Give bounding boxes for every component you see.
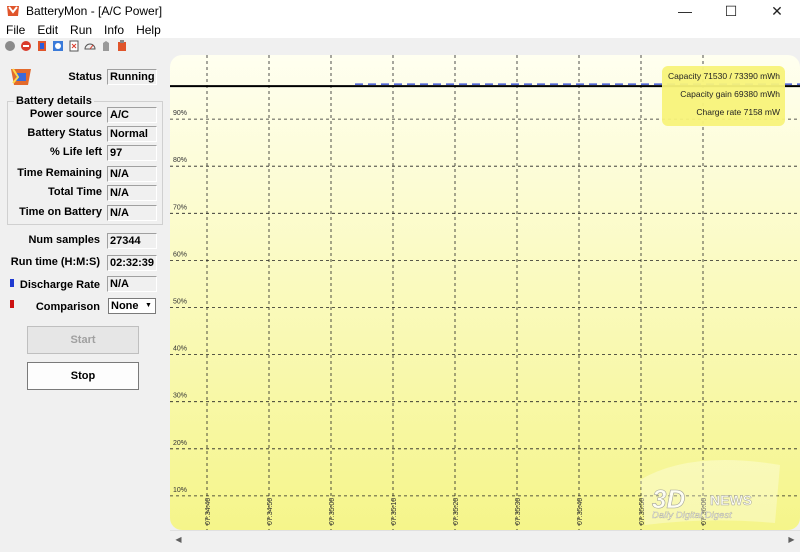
x-tick-label: 07:34:50 <box>267 498 274 525</box>
y-tick-label: 10% <box>173 487 187 494</box>
start-button[interactable]: Start <box>27 326 139 354</box>
num-samples-label: Num samples <box>28 234 100 246</box>
comparison-rate-label: Comparison Rat <box>35 301 100 313</box>
battery-settings-icon[interactable] <box>115 40 128 53</box>
minimize-button[interactable]: — <box>662 0 708 22</box>
legend-entry: Charge rate 7158 mW <box>696 107 780 117</box>
total-time-value: N/A <box>107 185 157 201</box>
discharge-rate-marker <box>10 279 14 287</box>
battery-status-value: Normal <box>107 126 157 142</box>
comparison-rate-marker <box>10 300 14 308</box>
left-panel: Status Running Battery details Power sou… <box>0 55 168 552</box>
comparison-select-value: None <box>111 300 139 312</box>
battery-status-icon <box>11 68 31 85</box>
discharge-rate-label: Discharge Rate <box>19 279 100 291</box>
x-tick-label: 07:35:20 <box>453 498 460 525</box>
power-source-value: A/C <box>107 107 157 123</box>
legend-entry: Capacity gain 69380 mWh <box>680 89 780 99</box>
battery-icon[interactable] <box>35 40 48 53</box>
y-tick-label: 70% <box>173 204 187 211</box>
toolbar <box>0 38 800 54</box>
menu-help[interactable]: Help <box>130 23 167 37</box>
watermark-news: NEWS <box>710 492 752 508</box>
time-remaining-label: Time Remaining <box>17 167 102 179</box>
chart-svg: 90% 80% 70% 60% 50% 40% 30% 20% 10% 07:34:40 07:3… <box>170 55 800 530</box>
menu-file[interactable]: File <box>0 23 31 37</box>
status-value: Running <box>107 69 157 85</box>
x-tick-label: 07:35:00 <box>329 498 336 525</box>
record-icon[interactable] <box>19 40 32 53</box>
menu-bar: File Edit Run Info Help <box>0 22 800 38</box>
chart-scrollbar[interactable]: ◀ ▶ <box>170 530 800 547</box>
discharge-rate-value: N/A <box>107 276 157 292</box>
life-left-value: 97 <box>107 145 157 161</box>
battery-details-title: Battery details <box>14 95 94 107</box>
time-on-battery-value: N/A <box>107 205 157 221</box>
y-tick-label: 20% <box>173 440 187 447</box>
chevron-down-icon: ▼ <box>145 302 152 309</box>
chart-background <box>170 55 800 530</box>
legend-entry: Capacity 71530 / 73390 mWh <box>668 71 780 81</box>
maximize-button[interactable]: ☐ <box>708 0 754 22</box>
y-tick-label: 30% <box>173 393 187 400</box>
run-time-value: 02:32:39 <box>107 255 157 271</box>
x-tick-label: 07:34:40 <box>205 498 212 525</box>
x-tick-label: 07:35:30 <box>515 498 522 525</box>
x-tick-label: 07:35:10 <box>391 498 398 525</box>
scroll-right-icon[interactable]: ▶ <box>783 531 800 548</box>
power-source-label: Power source <box>29 108 102 120</box>
title-bar: BatteryMon - [A/C Power] — ☐ ✕ <box>0 0 800 22</box>
life-left-label: % Life left <box>50 146 102 158</box>
pointer-icon[interactable] <box>99 40 112 53</box>
stop-circle-icon[interactable] <box>3 40 16 53</box>
menu-edit[interactable]: Edit <box>31 23 64 37</box>
num-samples-value: 27344 <box>107 233 157 249</box>
menu-run[interactable]: Run <box>64 23 98 37</box>
time-remaining-value: N/A <box>107 166 157 182</box>
y-tick-label: 90% <box>173 110 187 117</box>
total-time-label: Total Time <box>48 186 102 198</box>
clipboard-icon[interactable] <box>67 40 80 53</box>
watermark-tagline: Daily Digital Digest <box>652 510 732 521</box>
battery-status-label: Battery Status <box>27 127 102 139</box>
y-tick-label: 50% <box>173 299 187 306</box>
time-on-battery-label: Time on Battery <box>19 206 102 218</box>
status-label: Status <box>68 71 102 83</box>
info-icon[interactable] <box>51 40 64 53</box>
stop-button[interactable]: Stop <box>27 362 139 390</box>
gauge-icon[interactable] <box>83 40 96 53</box>
comparison-select[interactable]: None ▼ <box>108 298 156 314</box>
close-button[interactable]: ✕ <box>754 0 800 22</box>
y-tick-label: 40% <box>173 346 187 353</box>
window-title: BatteryMon - [A/C Power] <box>26 4 163 18</box>
scroll-left-icon[interactable]: ◀ <box>170 531 187 548</box>
y-tick-label: 80% <box>173 157 187 164</box>
y-tick-label: 60% <box>173 251 187 258</box>
battery-app-icon <box>7 6 19 16</box>
battery-chart: 90% 80% 70% 60% 50% 40% 30% 20% 10% 07:34:40 07:3… <box>170 55 800 530</box>
run-time-label: Run time (H:M:S) <box>10 256 100 268</box>
x-tick-label: 07:35:40 <box>577 498 584 525</box>
menu-info[interactable]: Info <box>98 23 130 37</box>
